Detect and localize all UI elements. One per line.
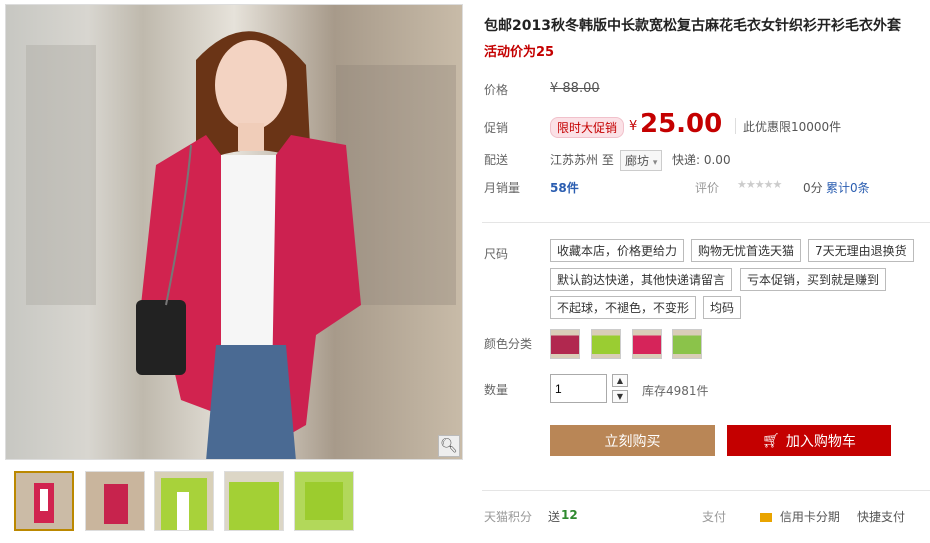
color-label: 颜色分类 [484, 337, 533, 351]
thumbnail-3[interactable] [154, 471, 214, 531]
monthly-sales-label: 月销量 [484, 181, 521, 195]
payment-label: 支付 [702, 510, 727, 524]
currency-symbol: ¥ [629, 119, 638, 134]
decrease-button[interactable]: ▼ [612, 390, 628, 403]
points-value: 12 [561, 508, 578, 522]
promo-tag: 限时大促销 [550, 117, 625, 138]
credit-card-item[interactable]: 信用卡分期 [760, 508, 840, 525]
size-label: 尺码 [484, 247, 509, 261]
section-divider [482, 222, 930, 223]
original-price: ¥ 88.00 [550, 81, 600, 96]
zoom-button[interactable]: 🔍︎ [438, 435, 460, 457]
magnifier-icon: 🔍︎ [440, 438, 458, 454]
main-product-image[interactable]: 🔍︎ [5, 4, 463, 460]
thumbnail-5[interactable] [294, 471, 354, 531]
model-photo [26, 31, 456, 459]
cart-icon: 🛒︎ [762, 432, 780, 449]
rating-score: 0分 [803, 181, 823, 195]
quantity-label: 数量 [484, 383, 509, 397]
size-option[interactable]: 收藏本店，价格更给力 [550, 239, 685, 262]
divider [735, 118, 736, 134]
chevron-down-icon: ▾ [652, 158, 658, 168]
stock-count: 库存4981件 [642, 384, 709, 398]
promo-label: 促销 [484, 121, 509, 135]
size-option[interactable]: 亏本促销，买到就是赚到 [740, 268, 887, 291]
shipping-label: 配送 [484, 153, 509, 167]
quick-pay-link[interactable]: 快捷支付 [857, 508, 905, 525]
price-label: 价格 [484, 83, 509, 97]
destination-select[interactable]: 廊坊 ▾ [620, 150, 663, 171]
points-prefix: 送 [548, 510, 561, 524]
points-label: 天猫积分 [484, 510, 533, 524]
ship-from: 江苏苏州 至 [550, 153, 614, 167]
express-fee: 快递: 0.00 [672, 153, 731, 167]
size-option[interactable]: 购物无忧首选天猫 [691, 239, 802, 262]
rating-label: 评价 [695, 181, 720, 195]
promo-text: 活动价为25 [484, 45, 555, 60]
quantity-input[interactable] [550, 374, 607, 403]
thumbnail-4[interactable] [224, 471, 284, 531]
buy-now-button[interactable]: 立刻购买 [550, 425, 715, 456]
star-rating-icon: ★★★★★ [737, 178, 782, 191]
thumbnail-2[interactable] [85, 471, 145, 531]
color-option[interactable] [550, 329, 580, 359]
size-option[interactable]: 均码 [703, 296, 742, 319]
credit-card-label: 信用卡分期 [779, 510, 840, 524]
add-to-cart-button[interactable]: 🛒︎ 加入购物车 [727, 425, 891, 456]
size-option[interactable]: 7天无理由退换货 [808, 239, 914, 262]
size-option[interactable]: 默认韵达快递，其他快递请留言 [550, 268, 733, 291]
size-option[interactable]: 不起球，不褪色，不变形 [550, 296, 697, 319]
credit-card-icon [760, 513, 772, 522]
color-option[interactable] [672, 329, 702, 359]
product-title: 包邮2013秋冬韩版中长款宽松复古麻花毛衣女针织衫开衫毛衣外套 [484, 18, 901, 34]
section-divider [482, 490, 930, 491]
thumbnail-1[interactable] [14, 471, 74, 531]
promo-limit: 此优惠限10000件 [743, 120, 842, 134]
monthly-sales-count: 58件 [550, 181, 579, 195]
reviews-link[interactable]: 累计0条 [826, 179, 870, 196]
add-to-cart-label: 加入购物车 [785, 433, 856, 450]
current-price: 25.00 [640, 109, 723, 139]
increase-button[interactable]: ▲ [612, 374, 628, 387]
color-option[interactable] [632, 329, 662, 359]
color-option[interactable] [591, 329, 621, 359]
destination-value: 廊坊 [625, 154, 650, 168]
